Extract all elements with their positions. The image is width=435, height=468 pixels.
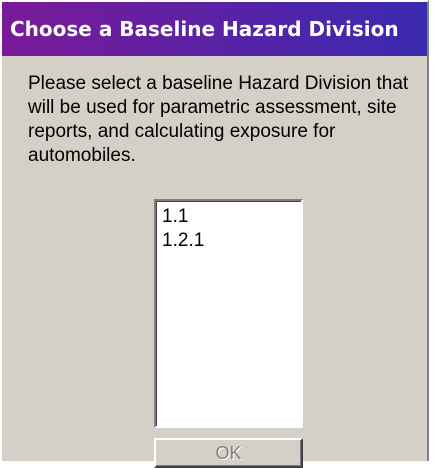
dialog-title-bar: Choose a Baseline Hazard Division — [2, 2, 427, 56]
hazard-division-listbox[interactable]: 1.1 1.2.1 — [154, 199, 303, 428]
list-item[interactable]: 1.1 — [160, 205, 297, 229]
hazard-division-dialog: Choose a Baseline Hazard Division Please… — [0, 0, 429, 468]
list-item[interactable]: 1.2.1 — [160, 229, 297, 253]
dialog-title: Choose a Baseline Hazard Division — [10, 17, 399, 41]
ok-button-label: OK — [215, 442, 242, 463]
ok-button[interactable]: OK — [154, 438, 303, 468]
dialog-description: Please select a baseline Hazard Division… — [28, 73, 409, 166]
